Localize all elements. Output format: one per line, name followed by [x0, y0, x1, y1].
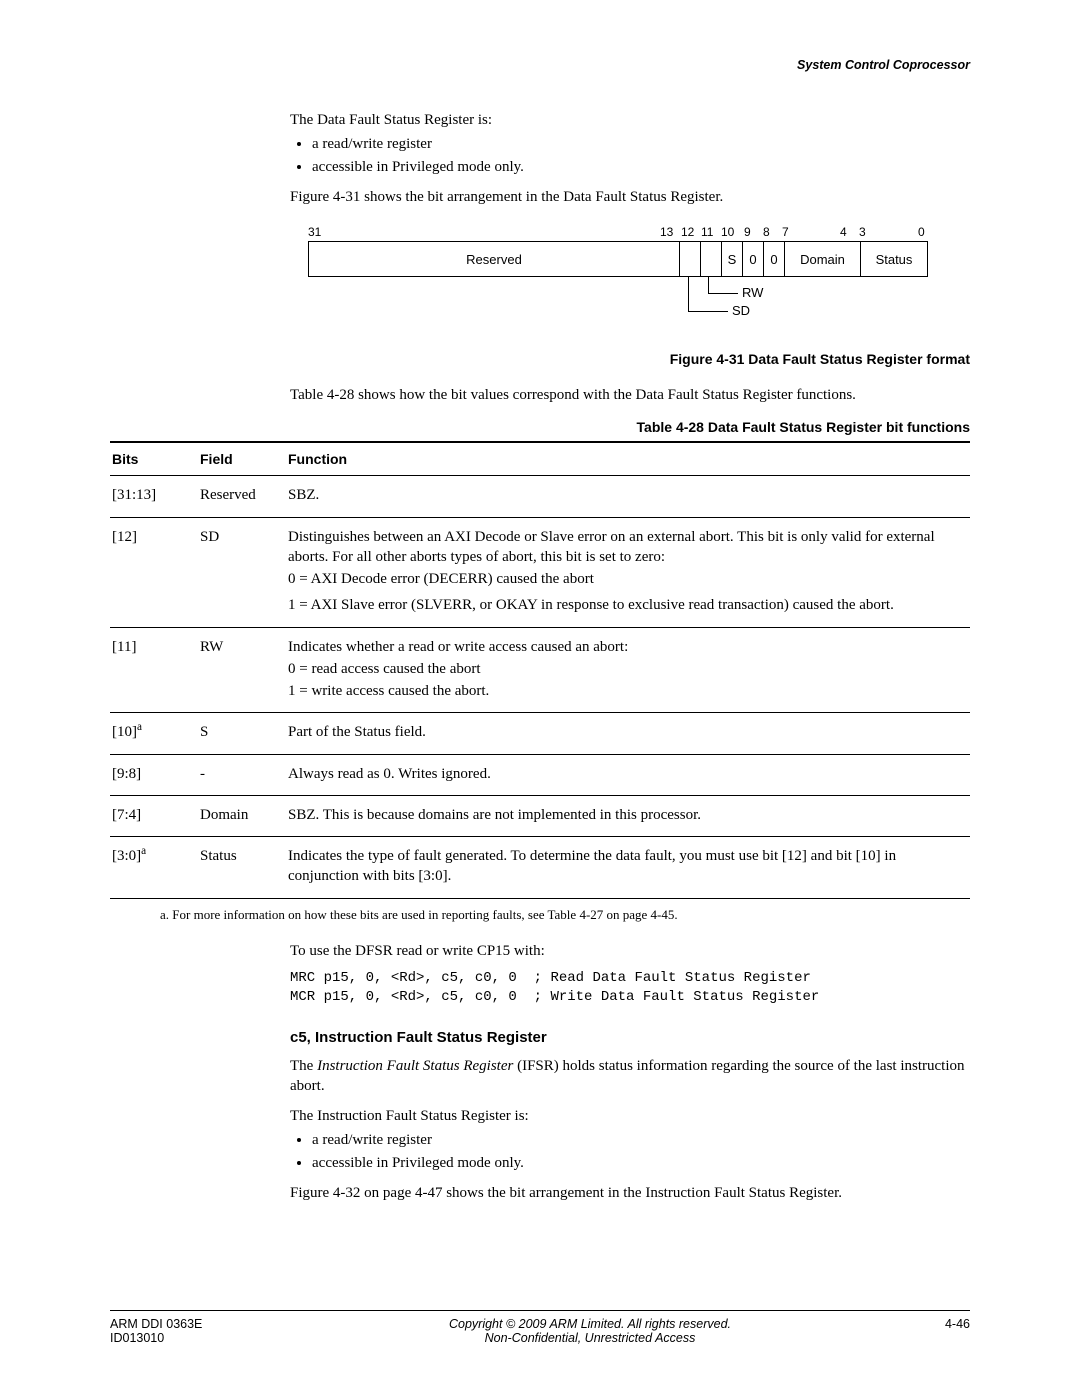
bit-4: 4 [840, 225, 847, 239]
table-caption: Table 4-28 Data Fault Status Register bi… [110, 419, 970, 435]
bit-31: 31 [308, 225, 321, 239]
cell-bits: [7:4] [110, 795, 198, 836]
th-field: Field [198, 442, 286, 476]
cell-function: SBZ. [286, 476, 970, 517]
reg-zero2: 0 [764, 242, 785, 276]
cell-bits: [12] [110, 517, 198, 627]
cell-field: Domain [198, 795, 286, 836]
cell-bits: [3:0]a [110, 837, 198, 899]
reg-status: Status [861, 242, 927, 276]
cell-field: - [198, 754, 286, 795]
ifsr-term: Instruction Fault Status Register [317, 1058, 513, 1074]
cell-function: Part of the Status field. [286, 713, 970, 754]
figure-caption: Figure 4-31 Data Fault Status Register f… [110, 351, 970, 367]
intro-p2: Figure 4-31 shows the bit arrangement in… [290, 187, 970, 207]
bit-7: 7 [782, 225, 789, 239]
cell-function: Indicates the type of fault generated. T… [286, 837, 970, 899]
footer-center2: Non-Confidential, Unrestricted Access [270, 1331, 910, 1345]
cell-function: Distinguishes between an AXI Decode or S… [286, 517, 970, 627]
bit-3: 3 [859, 225, 866, 239]
register-diagram: 31 13 12 11 10 9 8 7 4 3 0 Reserved S 0 … [308, 225, 928, 327]
use-dfsr: To use the DFSR read or write CP15 with: [290, 941, 970, 961]
intro-p1: The Data Fault Status Register is: [290, 110, 970, 130]
table-footnote: a. For more information on how these bit… [160, 907, 970, 923]
cell-field: SD [198, 517, 286, 627]
table-row: [10]aSPart of the Status field. [110, 713, 970, 754]
table-row: [31:13]ReservedSBZ. [110, 476, 970, 517]
table-intro: Table 4-28 shows how the bit values corr… [290, 385, 970, 405]
footer-left2: ID013010 [110, 1331, 270, 1345]
bit-10: 10 [721, 225, 734, 239]
bit-12: 12 [681, 225, 694, 239]
annot-sd: SD [732, 303, 750, 318]
code-block: MRC p15, 0, <Rd>, c5, c0, 0 ; Read Data … [290, 969, 970, 1007]
cell-field: S [198, 713, 286, 754]
reg-reserved: Reserved [309, 242, 680, 276]
bit-0: 0 [918, 225, 925, 239]
cell-field: RW [198, 627, 286, 713]
th-bits: Bits [110, 442, 198, 476]
footer-right: 4-46 [910, 1317, 970, 1331]
reg-zero1: 0 [743, 242, 764, 276]
reg-bit11 [701, 242, 722, 276]
cell-field: Status [198, 837, 286, 899]
running-header: System Control Coprocessor [110, 58, 970, 72]
ifsr-p2: The Instruction Fault Status Register is… [290, 1106, 970, 1126]
table-row: [9:8]-Always read as 0. Writes ignored. [110, 754, 970, 795]
bit-9: 9 [744, 225, 751, 239]
reg-domain: Domain [785, 242, 861, 276]
ifsr-p1a: The [290, 1058, 317, 1074]
intro-li1: a read/write register [312, 134, 970, 154]
intro-li2: accessible in Privileged mode only. [312, 157, 970, 177]
table-row: [11]RWIndicates whether a read or write … [110, 627, 970, 713]
ifsr-li1: a read/write register [312, 1130, 970, 1150]
reg-bit12 [680, 242, 701, 276]
cell-bits: [10]a [110, 713, 198, 754]
table-row: [12]SDDistinguishes between an AXI Decod… [110, 517, 970, 627]
th-func: Function [286, 442, 970, 476]
annot-sd-vline [688, 277, 689, 311]
table-row: [3:0]aStatusIndicates the type of fault … [110, 837, 970, 899]
bit-functions-table: Bits Field Function [31:13]ReservedSBZ.[… [110, 441, 970, 898]
bit-13: 13 [660, 225, 673, 239]
cell-function: Indicates whether a read or write access… [286, 627, 970, 713]
reg-s: S [722, 242, 743, 276]
ifsr-p1: The Instruction Fault Status Register (I… [290, 1056, 970, 1097]
ifsr-li2: accessible in Privileged mode only. [312, 1153, 970, 1173]
bit-11: 11 [701, 225, 713, 239]
footer-left1: ARM DDI 0363E [110, 1317, 270, 1331]
cell-field: Reserved [198, 476, 286, 517]
annot-sd-hline [688, 311, 728, 312]
cell-function: SBZ. This is because domains are not imp… [286, 795, 970, 836]
footer-center1: Copyright © 2009 ARM Limited. All rights… [270, 1317, 910, 1331]
ifsr-heading: c5, Instruction Fault Status Register [290, 1029, 970, 1046]
cell-function: Always read as 0. Writes ignored. [286, 754, 970, 795]
cell-bits: [11] [110, 627, 198, 713]
annot-rw-hline [708, 293, 738, 294]
ifsr-p3: Figure 4-32 on page 4-47 shows the bit a… [290, 1183, 970, 1203]
annot-rw: RW [742, 285, 763, 300]
bit-8: 8 [763, 225, 770, 239]
cell-bits: [9:8] [110, 754, 198, 795]
cell-bits: [31:13] [110, 476, 198, 517]
page-footer: ARM DDI 0363E ID013010 Copyright © 2009 … [110, 1310, 970, 1345]
table-row: [7:4]DomainSBZ. This is because domains … [110, 795, 970, 836]
annot-rw-vline [708, 277, 709, 293]
